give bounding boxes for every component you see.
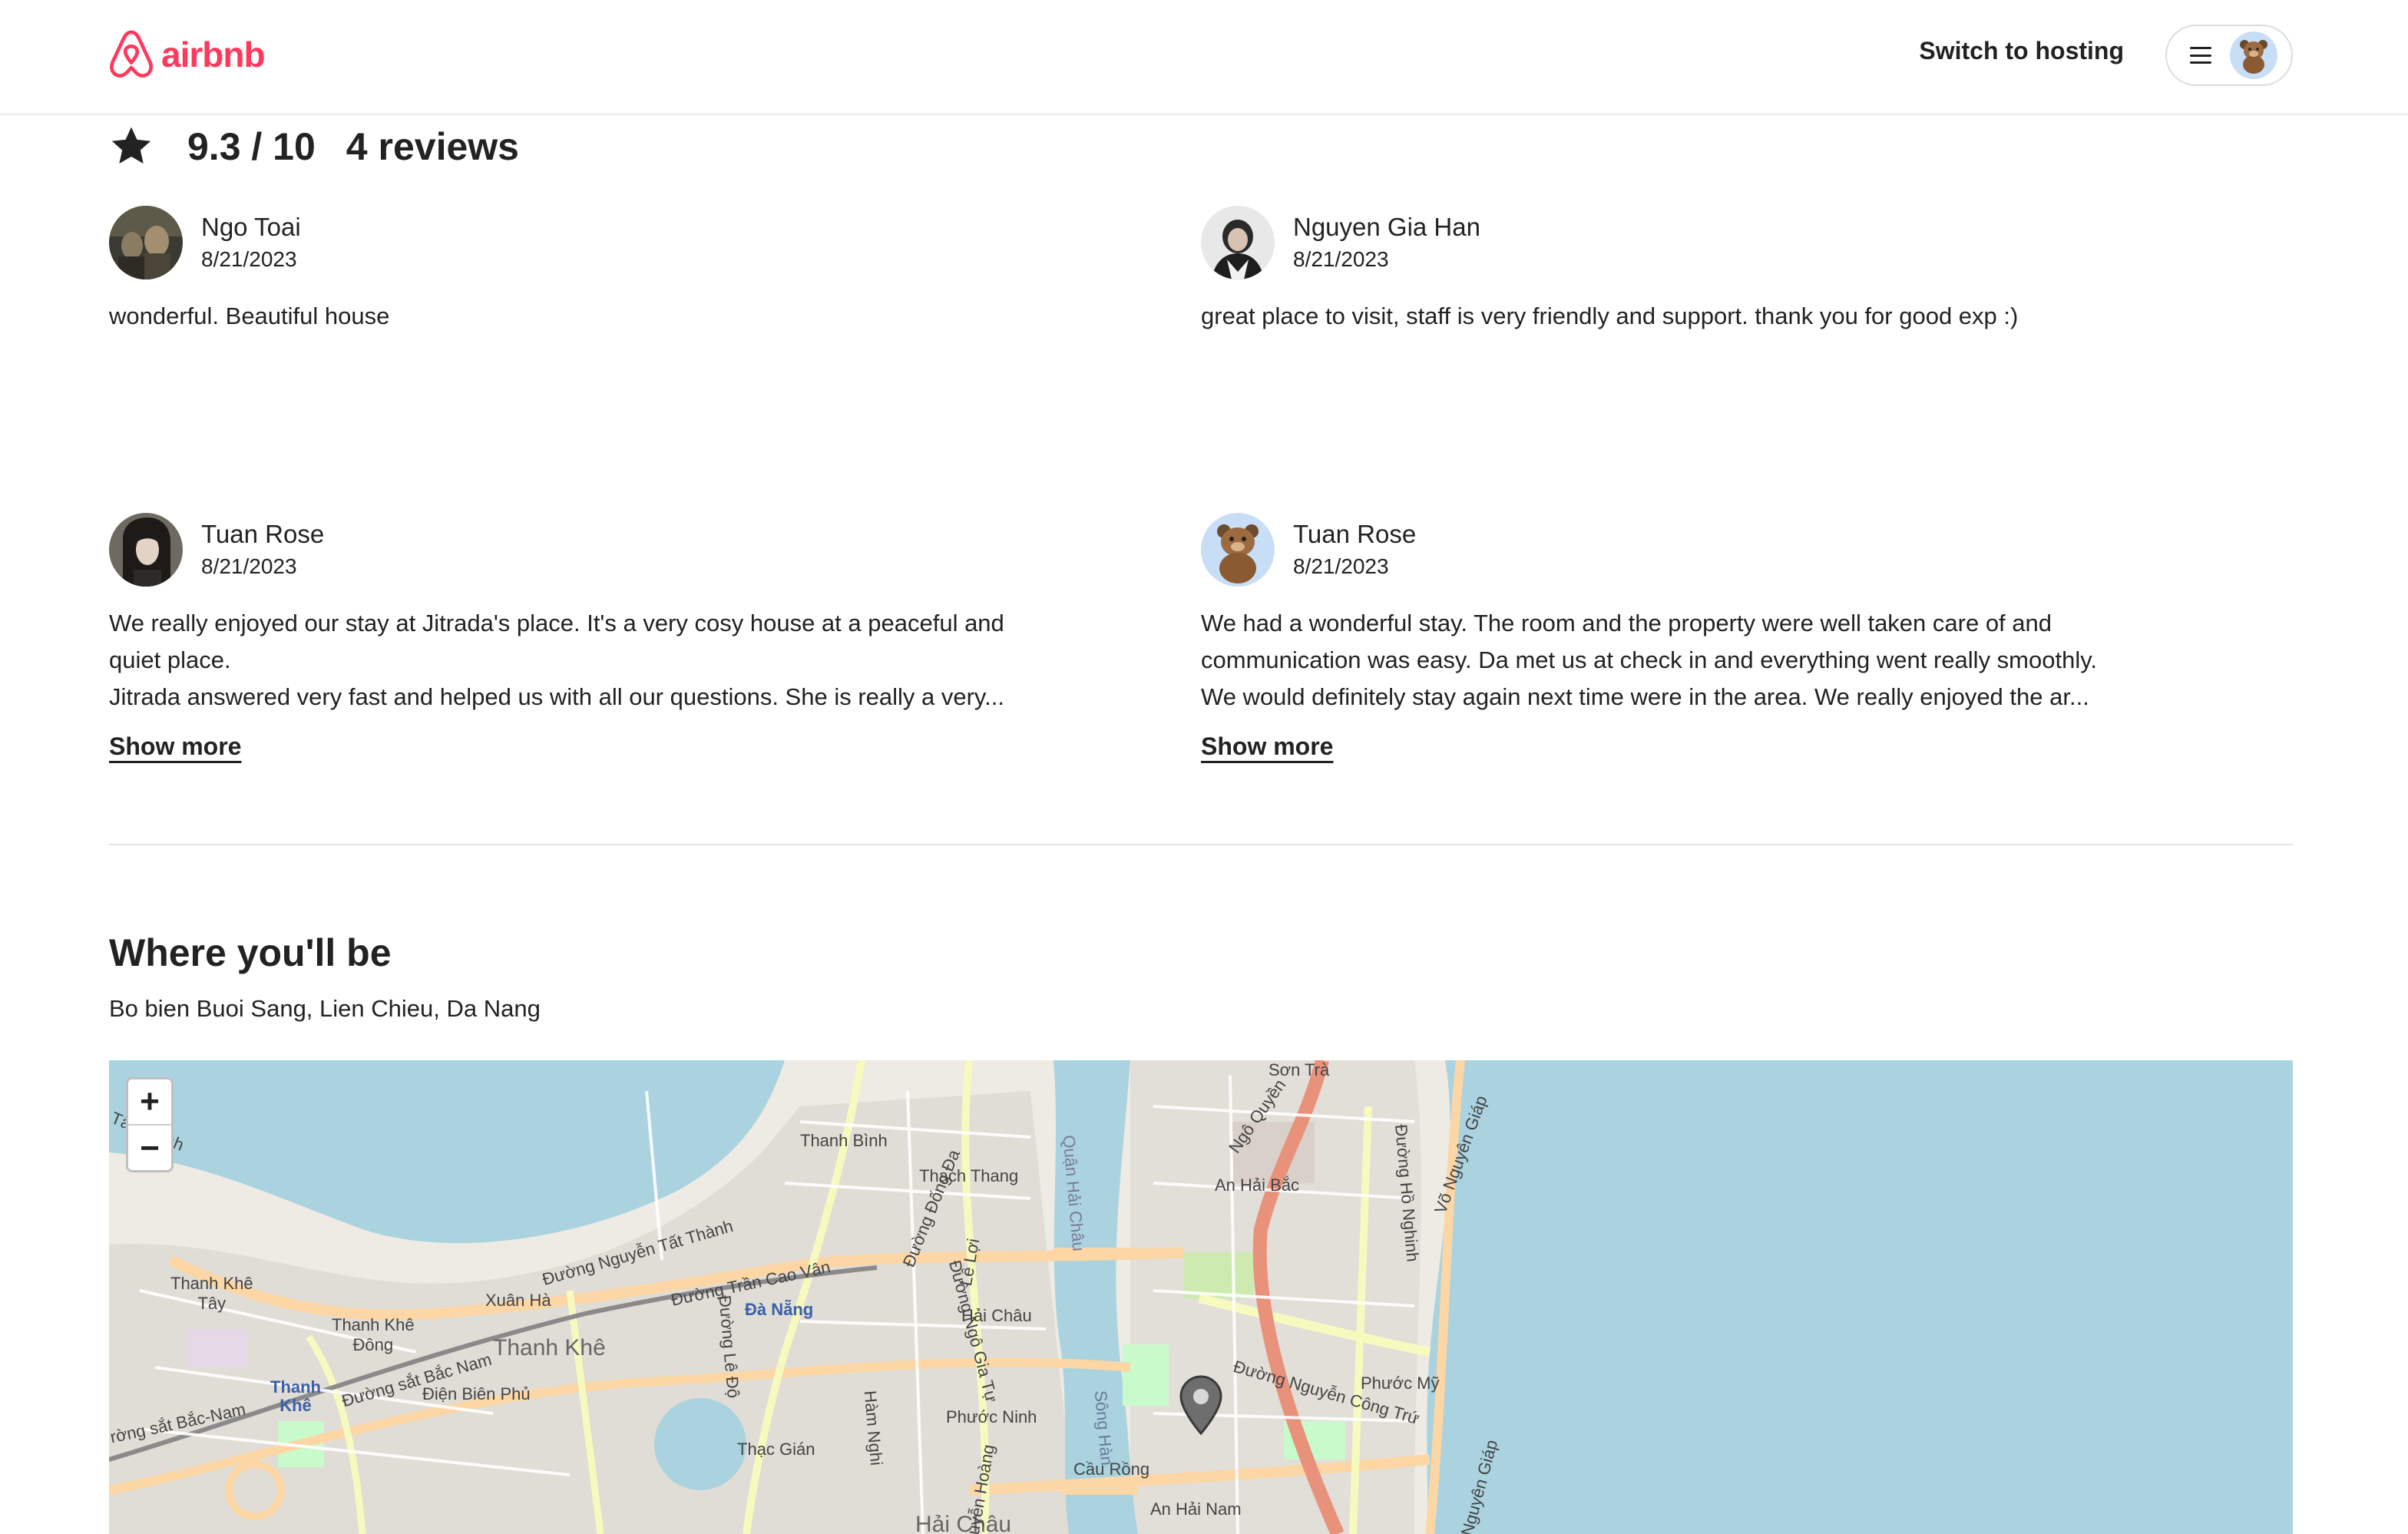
- reviewer-name: Tuan Rose: [1293, 520, 1417, 548]
- switch-to-hosting-link[interactable]: Switch to hosting: [1919, 37, 2124, 65]
- airbnb-logo[interactable]: airbnb: [108, 29, 266, 80]
- review-card: Tuan Rose 8/21/2023 We really enjoyed ou…: [109, 513, 1107, 761]
- zoom-out-button[interactable]: −: [128, 1126, 171, 1170]
- map-label: An Hải Bắc: [1215, 1175, 1300, 1195]
- map-zoom-controls: + −: [126, 1077, 174, 1172]
- review-card: Ngo Toai 8/21/2023 wonderful. Beautiful …: [109, 206, 1107, 335]
- map-label: Sơn Trà: [1268, 1060, 1330, 1079]
- reviewer-avatar: [109, 513, 183, 587]
- top-navbar: airbnb Switch to hosting: [0, 0, 2408, 115]
- map-label: Phước Ninh: [946, 1407, 1037, 1427]
- zoom-in-button[interactable]: +: [128, 1079, 171, 1126]
- map-label: Phước Mỹ: [1361, 1374, 1440, 1393]
- location-address: Bo bien Buoi Sang, Lien Chieu, Da Nang: [109, 995, 541, 1022]
- review-text: wonderful. Beautiful house: [109, 303, 390, 329]
- reviewer-name: Nguyen Gia Han: [1293, 213, 1480, 241]
- review-date: 8/21/2023: [1293, 247, 1389, 271]
- review-card: Tuan Rose 8/21/2023 We had a wonderful s…: [1201, 513, 2199, 761]
- map-label: Thanh Khê Đông: [332, 1315, 415, 1354]
- airbnb-logo-icon: [110, 30, 153, 78]
- reviewer-avatar: [109, 206, 183, 279]
- rating-score: 9.3 / 10: [187, 125, 316, 168]
- map-label: Xuân Hà: [485, 1291, 551, 1310]
- review-text: We had a wonderful stay. The room and th…: [1201, 610, 2098, 710]
- map-label: An Hải Nam: [1150, 1499, 1242, 1519]
- review-date: 8/21/2023: [201, 554, 297, 578]
- map-label: Thanh Khê: [270, 1377, 321, 1415]
- rating-summary: 9.3 / 10 4 reviews: [109, 124, 519, 169]
- star-icon: [111, 127, 151, 164]
- map-label: Thanh Khê Tây: [170, 1274, 253, 1313]
- reviewer-name: Ngo Toai: [201, 213, 301, 241]
- user-menu-button[interactable]: [2165, 25, 2293, 86]
- reviews-count: 4 reviews: [346, 125, 519, 168]
- show-more-link[interactable]: Show more: [1201, 732, 1333, 761]
- map-label: Điện Biên Phủ: [422, 1384, 531, 1403]
- review-text: We really enjoyed our stay at Jitrada's …: [109, 610, 1004, 710]
- hamburger-icon: [2190, 47, 2211, 64]
- review-date: 8/21/2023: [1293, 554, 1389, 578]
- review-card: Nguyen Gia Han 8/21/2023 great place to …: [1201, 206, 2199, 335]
- map-label: Thạc Gián: [737, 1440, 815, 1459]
- review-text: great place to visit, staff is very frie…: [1201, 303, 2019, 329]
- map-tiles: [109, 1060, 1465, 1534]
- map-label: Đà Nẵng: [745, 1300, 814, 1319]
- location-map[interactable]: Sơn Trà Thanh Bình Thạch Thang An Hải Bắ…: [109, 1060, 2293, 1534]
- map-label: Thanh Khê: [493, 1335, 606, 1360]
- bear-avatar-icon: [2230, 31, 2277, 79]
- map-label: Thanh Bình: [800, 1131, 888, 1150]
- location-pin-icon[interactable]: [1179, 1375, 1222, 1435]
- reviewer-avatar: [1201, 206, 1275, 279]
- reviewer-avatar: [1201, 513, 1275, 587]
- logo-text: airbnb: [161, 35, 266, 74]
- location-heading: Where you'll be: [109, 931, 392, 974]
- review-date: 8/21/2023: [201, 247, 297, 271]
- reviewer-name: Tuan Rose: [201, 520, 325, 548]
- section-divider: [109, 844, 2293, 845]
- show-more-link[interactable]: Show more: [109, 732, 241, 761]
